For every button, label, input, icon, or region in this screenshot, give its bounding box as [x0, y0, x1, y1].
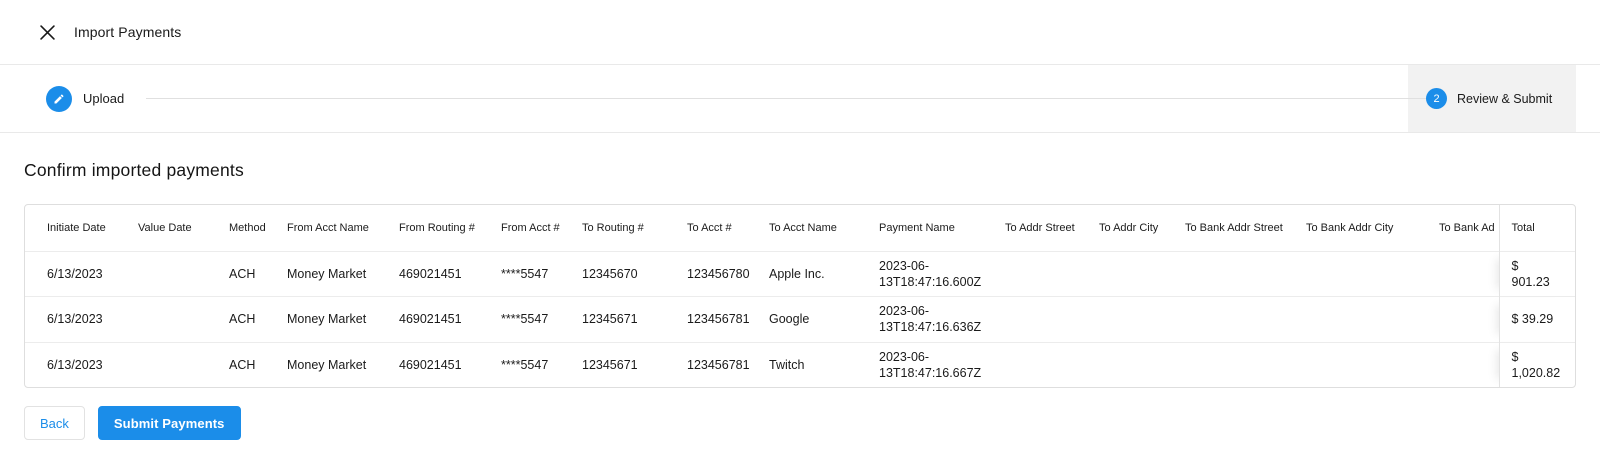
cell-from-routing: 469021451	[399, 357, 462, 372]
cell-from-acct: ****5547	[501, 312, 549, 327]
cell-value-date	[122, 251, 213, 297]
cell-to-acct: 123456781	[687, 357, 750, 372]
column-header-to-bank-addr-street: To Bank Addr Street	[1185, 221, 1283, 234]
cell-to-acct: 123456780	[687, 266, 750, 281]
cell-to-addr-city	[1083, 297, 1169, 343]
cell-total: $ 39.29	[1498, 296, 1575, 342]
cell-from-routing: 469021451	[399, 312, 462, 327]
payments-table: Initiate Date Value Date Method From Acct N…	[24, 204, 1576, 388]
footer-actions: Back Submit Payments	[24, 406, 1576, 440]
cell-value-date	[122, 342, 213, 387]
step-review-submit-label: Review & Submit	[1457, 91, 1553, 106]
section-heading: Confirm imported payments	[24, 160, 244, 180]
cell-to-bank-addr-street	[1169, 297, 1290, 343]
column-header-initiate-date: Initiate Date	[47, 221, 106, 234]
column-header-from-acct-name: From Acct Name	[287, 221, 369, 234]
cell-to-routing: 12345671	[582, 357, 638, 372]
table-row: 6/13/2023 ACH Money Market 469021451 ****554…	[25, 296, 1575, 343]
cell-from-acct: ****5547	[501, 357, 549, 372]
cell-method: ACH	[229, 266, 256, 281]
cell-payment-name: 2023-06-13T18:47:16.667Z	[879, 349, 982, 380]
cell-initiate-date: 6/13/2023	[47, 357, 103, 372]
column-header-to-acct: To Acct #	[687, 221, 732, 234]
cell-to-acct-name: Google	[769, 312, 810, 327]
cell-method: ACH	[229, 357, 256, 372]
column-header-from-routing: From Routing #	[399, 221, 475, 234]
step-2-badge: 2	[1426, 88, 1447, 109]
cell-from-acct-name: Money Market	[287, 312, 367, 327]
cell-to-acct-name: Twitch	[769, 357, 805, 372]
close-icon	[39, 24, 55, 40]
cell-to-acct-name: Apple Inc.	[769, 266, 825, 281]
cell-initiate-date: 6/13/2023	[47, 312, 103, 327]
cell-value-date	[122, 297, 213, 343]
cell-payment-name: 2023-06-13T18:47:16.600Z	[879, 258, 982, 289]
import-payments-page: Import Payments Upload 2 Review & Submit…	[0, 0, 1600, 440]
cell-to-addr-street	[989, 297, 1083, 343]
step-1-badge	[46, 85, 72, 112]
stepper-step-review-submit[interactable]: 2 Review & Submit	[1408, 65, 1576, 132]
cell-to-acct: 123456781	[687, 312, 750, 327]
column-header-to-routing: To Routing #	[582, 221, 644, 234]
column-header-total: Total	[1498, 205, 1575, 251]
cell-payment-name: 2023-06-13T18:47:16.636Z	[879, 304, 982, 335]
stepper-connector-line	[1408, 98, 1426, 99]
table-header-row: Initiate Date Value Date Method From Acct N…	[25, 205, 1575, 251]
cell-total: $ 901.23	[1498, 251, 1575, 297]
cell-to-bank-addr-street	[1169, 342, 1290, 387]
cell-to-bank-addr-city	[1290, 251, 1423, 297]
cell-to-routing: 12345671	[582, 312, 638, 327]
column-header-from-acct: From Acct #	[501, 221, 560, 234]
cell-from-routing: 469021451	[399, 266, 462, 281]
main-content: Confirm imported payments Initiate Date V…	[0, 133, 1600, 440]
cell-to-addr-street	[989, 342, 1083, 387]
column-header-to-bank-ad: To Bank Ad	[1439, 221, 1495, 234]
cell-to-addr-street	[989, 251, 1083, 297]
close-button[interactable]	[36, 21, 58, 43]
column-header-to-bank-addr-city: To Bank Addr City	[1306, 221, 1394, 234]
cell-from-acct-name: Money Market	[287, 357, 367, 372]
cell-total: $ 1,020.82	[1498, 342, 1575, 387]
cell-to-bank-ad	[1423, 297, 1499, 343]
cell-method: ACH	[229, 312, 256, 327]
cell-to-bank-addr-city	[1290, 342, 1423, 387]
cell-to-bank-addr-street	[1169, 251, 1290, 297]
table-row: 6/13/2023 ACH Money Market 469021451 ****554…	[25, 342, 1575, 387]
topbar: Import Payments	[0, 0, 1600, 65]
cell-from-acct-name: Money Market	[287, 266, 367, 281]
column-header-value-date: Value Date	[138, 221, 192, 234]
back-button[interactable]: Back	[24, 406, 85, 440]
column-header-to-addr-city: To Addr City	[1099, 221, 1159, 234]
pencil-icon	[54, 93, 64, 103]
column-header-to-addr-street: To Addr Street	[1005, 221, 1075, 234]
column-header-to-acct-name: To Acct Name	[769, 221, 837, 234]
cell-to-routing: 12345670	[582, 266, 638, 281]
stepper-step-upload[interactable]: Upload	[46, 65, 124, 132]
cell-initiate-date: 6/13/2023	[47, 266, 103, 281]
cell-to-addr-city	[1083, 251, 1169, 297]
page-title: Import Payments	[74, 24, 182, 40]
column-header-payment-name: Payment Name	[879, 221, 955, 234]
cell-to-bank-ad	[1423, 251, 1499, 297]
stepper-connector-line	[146, 98, 1408, 99]
cell-to-bank-addr-city	[1290, 297, 1423, 343]
table-body: 6/13/2023 ACH Money Market 469021451 ****554…	[25, 251, 1575, 387]
cell-to-bank-ad	[1423, 342, 1499, 387]
submit-payments-button[interactable]: Submit Payments	[97, 406, 241, 440]
cell-to-addr-city	[1083, 342, 1169, 387]
stepper: Upload 2 Review & Submit	[0, 65, 1600, 133]
column-header-method: Method	[229, 221, 266, 234]
cell-from-acct: ****5547	[501, 266, 549, 281]
step-upload-label: Upload	[83, 91, 125, 106]
table-row: 6/13/2023 ACH Money Market 469021451 ****554…	[25, 251, 1575, 297]
